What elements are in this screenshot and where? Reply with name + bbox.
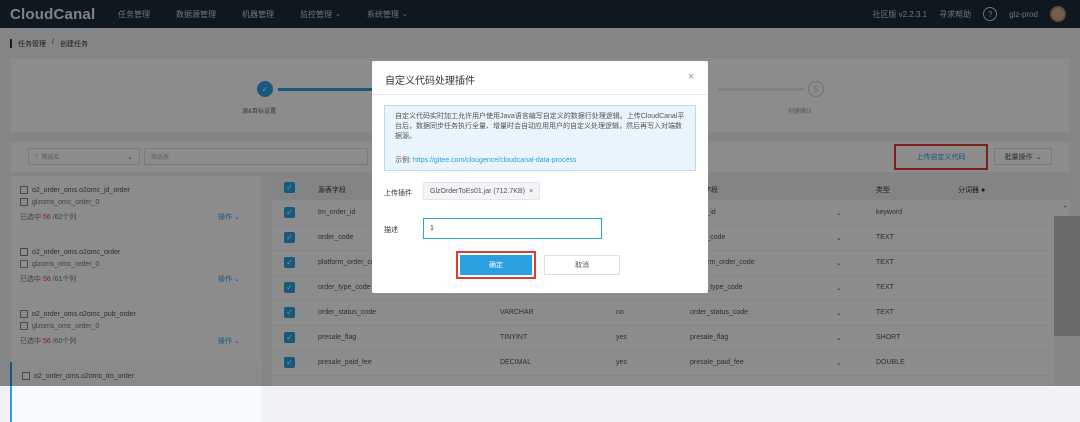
info-text: 自定义代码实时加工允许用户使用Java语言编写自定义的数据行处理逻辑。上传Clo… (395, 113, 685, 140)
cancel-button[interactable]: 取消 (544, 255, 620, 275)
info-alert: 自定义代码实时加工允许用户使用Java语言编写自定义的数据行处理逻辑。上传Clo… (384, 105, 696, 171)
close-icon[interactable]: × (688, 71, 694, 83)
example-row: 示例: https://gitee.com/clougence/cloudcan… (395, 155, 576, 165)
dialog-divider (372, 94, 708, 95)
dialog-title: 自定义代码处理插件 (385, 76, 475, 87)
description-label: 描述 (384, 227, 398, 234)
upload-plugin-label: 上传插件 (384, 190, 412, 197)
ok-button[interactable]: 确定 (460, 255, 532, 275)
uploaded-file-chip: GlzOrderToEs01.jar (712.7KB) × (423, 182, 541, 200)
description-input[interactable]: 1 (423, 218, 602, 239)
file-name: GlzOrderToEs01.jar (712.7KB) (430, 187, 525, 195)
example-label: 示例: (395, 157, 411, 164)
example-link[interactable]: https://gitee.com/clougence/cloudcanal-d… (413, 157, 576, 164)
file-remove-icon[interactable]: × (529, 188, 533, 195)
custom-code-plugin-dialog: 自定义代码处理插件 × 自定义代码实时加工允许用户使用Java语言编写自定义的数… (372, 61, 708, 293)
